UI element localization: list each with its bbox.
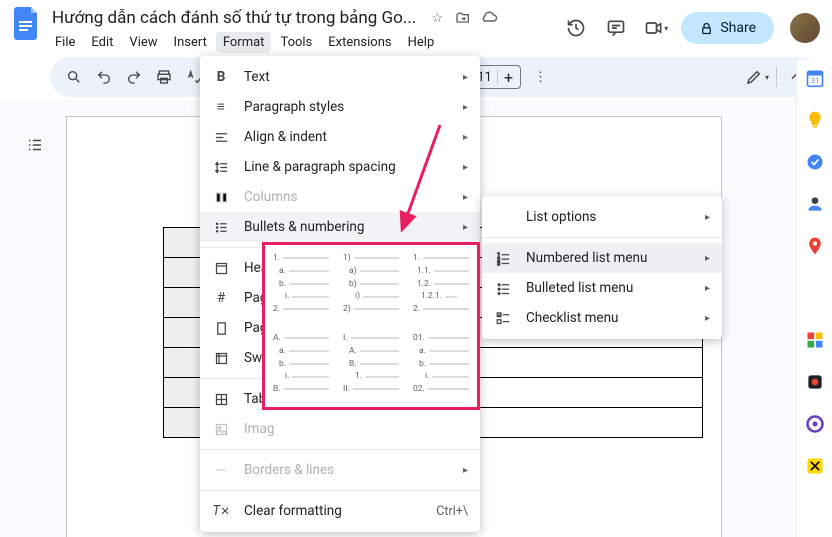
list-preset-3[interactable]: A. a. b. i. B. <box>267 327 335 405</box>
format-clear-formatting[interactable]: T✕Clear formattingCtrl+\ <box>200 496 480 526</box>
format-line-spacing[interactable]: Line & paragraph spacing▸ <box>200 152 480 182</box>
share-button[interactable]: Share <box>681 12 774 44</box>
history-icon[interactable] <box>561 13 591 43</box>
checklist-icon <box>494 311 512 326</box>
cloud-status-icon[interactable] <box>480 9 498 27</box>
bold-icon: B <box>212 69 230 85</box>
chevron-right-icon: ▸ <box>463 222 468 233</box>
undo-icon[interactable] <box>90 63 118 91</box>
document-title[interactable]: Hướng dẫn cách đánh số thứ tự trong bảng… <box>48 6 420 30</box>
numbered-list-menu[interactable]: 123Numbered list menu▸ <box>482 243 722 273</box>
lock-icon <box>699 21 714 36</box>
list-preset-0[interactable]: 1. a. b. i. 2. <box>267 247 335 325</box>
chevron-right-icon: ▸ <box>705 283 710 294</box>
menu-file[interactable]: File <box>48 32 82 53</box>
numbered-list-icon: 123 <box>494 251 512 266</box>
menu-view[interactable]: View <box>122 32 164 53</box>
chevron-right-icon: ▸ <box>705 313 710 324</box>
hash-icon: # <box>212 290 230 306</box>
format-borders-lines: ─Borders & lines▸ <box>200 455 480 485</box>
title-area: Hướng dẫn cách đánh số thứ tự trong bảng… <box>48 6 561 57</box>
list-preset-4[interactable]: I. A. B. 1. II. <box>337 327 405 405</box>
menu-format[interactable]: Format <box>216 32 272 53</box>
format-bullets-numbering[interactable]: Bullets & numbering▸ <box>200 212 480 242</box>
side-panel: 31 <box>796 60 832 537</box>
bulleted-list-icon <box>494 281 512 296</box>
format-image: Imag <box>200 414 480 444</box>
chevron-right-icon: ▸ <box>463 72 468 83</box>
meet-icon[interactable]: ▾ <box>641 13 671 43</box>
paragraph-icon: ≡ <box>212 99 230 115</box>
contacts-icon[interactable] <box>805 194 825 214</box>
edit-mode-icon[interactable]: ▾ <box>743 63 771 91</box>
comments-icon[interactable] <box>601 13 631 43</box>
align-icon <box>212 130 230 145</box>
avatar[interactable] <box>790 13 820 43</box>
bullets-icon <box>212 220 230 235</box>
page-icon <box>212 321 230 336</box>
format-columns: Columns▸ <box>200 182 480 212</box>
chevron-right-icon: ▸ <box>463 465 468 476</box>
search-icon[interactable] <box>60 63 88 91</box>
header: Hướng dẫn cách đánh số thứ tự trong bảng… <box>0 0 832 57</box>
addon-4-icon[interactable] <box>805 456 825 476</box>
addon-2-icon[interactable] <box>805 372 825 392</box>
table-icon <box>212 392 230 407</box>
svg-text:31: 31 <box>810 76 818 85</box>
outline-icon[interactable] <box>20 130 50 160</box>
header-icon <box>212 261 230 276</box>
clear-format-icon: T✕ <box>212 503 230 519</box>
keep-icon[interactable] <box>805 110 825 130</box>
format-paragraph-styles[interactable]: ≡Paragraph styles▸ <box>200 92 480 122</box>
numbered-list-presets: 1. a. b. i. 2. 1) a) b) i) 2) 1. 1.1. 1.… <box>262 242 480 410</box>
increase-font-icon[interactable]: + <box>498 68 520 87</box>
chevron-right-icon: ▸ <box>705 212 710 223</box>
columns-icon <box>212 190 230 205</box>
list-preset-1[interactable]: 1) a) b) i) 2) <box>337 247 405 325</box>
maps-icon[interactable] <box>805 236 825 256</box>
header-actions: ▾ Share <box>561 6 820 44</box>
format-text[interactable]: BText▸ <box>200 62 480 92</box>
chevron-right-icon: ▸ <box>463 132 468 143</box>
borders-icon: ─ <box>212 462 230 478</box>
bulleted-list-menu[interactable]: Bulleted list menu▸ <box>482 273 722 303</box>
chevron-right-icon: ▸ <box>463 162 468 173</box>
svg-text:3: 3 <box>497 261 500 266</box>
addon-3-icon[interactable] <box>805 414 825 434</box>
menu-extensions[interactable]: Extensions <box>321 32 398 53</box>
tasks-icon[interactable] <box>805 152 825 172</box>
left-sidebar <box>20 130 50 160</box>
checklist-menu[interactable]: Checklist menu▸ <box>482 303 722 333</box>
chevron-right-icon: ▸ <box>463 102 468 113</box>
menu-insert[interactable]: Insert <box>167 32 214 53</box>
chevron-right-icon: ▸ <box>705 253 710 264</box>
list-preset-2[interactable]: 1. 1.1. 1.2. 1.2.1. 2. <box>407 247 475 325</box>
chevron-right-icon: ▸ <box>463 192 468 203</box>
bullets-numbering-submenu: List options▸ 123Numbered list menu▸ Bul… <box>482 196 722 339</box>
menu-help[interactable]: Help <box>401 32 442 53</box>
menu-tools[interactable]: Tools <box>273 32 319 53</box>
format-align-indent[interactable]: Align & indent▸ <box>200 122 480 152</box>
addon-1-icon[interactable] <box>805 330 825 350</box>
redo-icon[interactable] <box>120 63 148 91</box>
move-icon[interactable] <box>454 9 472 27</box>
docs-logo-icon[interactable] <box>12 6 42 42</box>
switch-icon <box>212 351 230 366</box>
print-icon[interactable] <box>150 63 178 91</box>
share-label: Share <box>720 20 756 36</box>
menu-edit[interactable]: Edit <box>84 32 120 53</box>
menu-bar: File Edit View Insert Format Tools Exten… <box>48 30 561 57</box>
image-icon <box>212 422 230 437</box>
calendar-icon[interactable]: 31 <box>805 68 825 88</box>
star-icon[interactable]: ☆ <box>428 9 446 27</box>
list-preset-5[interactable]: 01. a. b. i. 02. <box>407 327 475 405</box>
list-options[interactable]: List options▸ <box>482 202 722 232</box>
line-spacing-icon <box>212 160 230 175</box>
more-icon[interactable]: ⋮ <box>527 63 555 91</box>
